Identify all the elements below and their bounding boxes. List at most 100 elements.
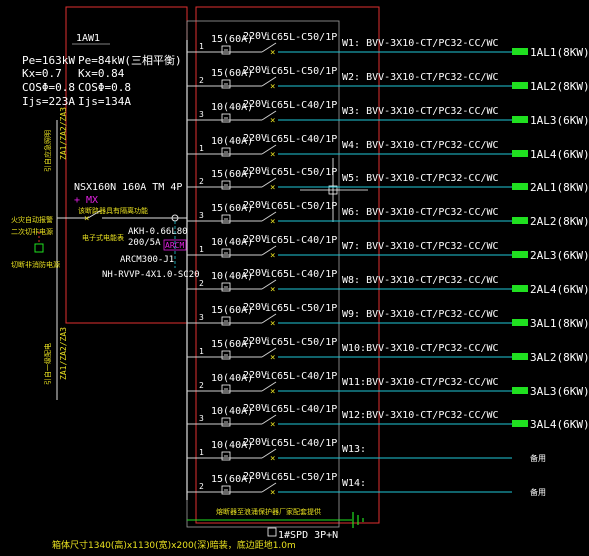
- breaker-x: ×: [270, 285, 275, 295]
- breaker-x: ×: [270, 251, 275, 261]
- breaker-x-mark: ×: [84, 214, 89, 224]
- breaker-x: ×: [270, 150, 275, 160]
- breaker-model: iC65L-C50/1P: [265, 167, 337, 178]
- breaker-model: iC65L-C40/1P: [265, 404, 337, 415]
- load-marker: [512, 319, 528, 326]
- phase-number: 3: [199, 110, 204, 119]
- load-marker: [512, 150, 528, 157]
- cable-spec: W8: BVV-3X10-CT/PC32-CC/WC: [342, 275, 499, 286]
- circuit-voltage: 220V: [243, 302, 267, 313]
- ground-icon: [352, 512, 364, 528]
- electrical-schematic: 1AW1 Pe=163kW Kx=0.7 COSΦ=0.8 Ijs=223A P…: [11, 6, 589, 551]
- phase-number: 2: [199, 482, 204, 491]
- breaker-model: iC65L-C40/1P: [265, 438, 337, 449]
- breaker-x: ×: [270, 488, 275, 498]
- mx-label: + MX: [74, 195, 98, 206]
- breaker-x: ×: [270, 116, 275, 126]
- local-ijs: Ijs=134A: [78, 95, 131, 108]
- phase-number: 2: [199, 279, 204, 288]
- load-marker: [512, 420, 528, 427]
- phase-number: 1: [199, 245, 204, 254]
- cable-spec: W13:: [342, 444, 366, 455]
- phase-number: 2: [199, 177, 204, 186]
- breaker-x: ×: [270, 183, 275, 193]
- breaker-model: iC65L-C50/1P: [265, 66, 337, 77]
- breaker-x: ×: [270, 353, 275, 363]
- phase-number: 2: [199, 381, 204, 390]
- breaker-model: iC65L-C40/1P: [265, 235, 337, 246]
- breaker-model: iC65L-C40/1P: [265, 134, 337, 145]
- cable-spec: W5: BVV-3X10-CT/PC32-CC/WC: [342, 173, 499, 184]
- load-marker: [512, 387, 528, 394]
- outgoing-circuits: 115(60A)220V×iC65L-C50/1PW1: BVV-3X10-CT…: [187, 31, 589, 498]
- target-panel: 2AL3(6KW): [530, 249, 589, 262]
- circuit-voltage: 220V: [243, 200, 267, 211]
- vertical-label-lower-2: ZA1/ZA2/ZA3: [59, 327, 68, 380]
- circuit-voltage: 220V: [243, 370, 267, 381]
- vertical-label-lower: 引自一级配电: [43, 343, 52, 385]
- cable-spec: W12:BVV-3X10-CT/PC32-CC/WC: [342, 410, 499, 421]
- circuit-voltage: 220V: [243, 65, 267, 76]
- circuit-voltage: 220V: [243, 268, 267, 279]
- cable-spec: W14:: [342, 478, 366, 489]
- main-breaker: NSX160N 160A TM 4P: [74, 182, 182, 193]
- incoming-kx: Kx=0.7: [22, 67, 62, 80]
- vertical-label-upper: 引自应急照明: [43, 130, 52, 172]
- load-marker: [512, 251, 528, 258]
- meter-model: ARCM300-J1: [120, 255, 174, 265]
- target-panel: 2AL1(8KW): [530, 181, 589, 194]
- svg-text:ZA1/ZA2/ZA3: ZA1/ZA2/ZA3: [59, 107, 68, 160]
- breaker-model: iC65L-C50/1P: [265, 303, 337, 314]
- load-marker: [512, 82, 528, 89]
- ct-ratio: 200/5A: [128, 238, 161, 248]
- target-panel: 3AL1(8KW): [530, 317, 589, 330]
- circuit-voltage: 220V: [243, 403, 267, 414]
- svg-text:引自应急照明: 引自应急照明: [43, 130, 52, 172]
- circuit-voltage: 220V: [243, 133, 267, 144]
- panel-name: 1AW1: [76, 33, 100, 44]
- phase-number: 3: [199, 313, 204, 322]
- load-marker: [512, 48, 528, 55]
- breaker-model: iC65L-C40/1P: [265, 269, 337, 280]
- incoming-cos: COSΦ=0.8: [22, 81, 75, 94]
- load-marker: [512, 116, 528, 123]
- cable-spec: W4: BVV-3X10-CT/PC32-CC/WC: [342, 140, 499, 151]
- vertical-label-upper-2: ZA1/ZA2/ZA3: [59, 107, 68, 160]
- fire-contact-box: [34, 243, 44, 253]
- target-panel: 2AL2(8KW): [530, 215, 589, 228]
- cable-spec: W2: BVV-3X10-CT/PC32-CC/WC: [342, 72, 499, 83]
- cable-spec: W3: BVV-3X10-CT/PC32-CC/WC: [342, 106, 499, 117]
- load-marker: [512, 353, 528, 360]
- svg-text:ZA1/ZA2/ZA3: ZA1/ZA2/ZA3: [59, 327, 68, 380]
- fire-note-2: 二次切非电源: [11, 227, 53, 236]
- breaker-x: ×: [270, 217, 275, 227]
- local-cos: COSΦ=0.8: [78, 81, 131, 94]
- target-panel: 3AL4(6KW): [530, 418, 589, 431]
- circuit-voltage: 220V: [243, 336, 267, 347]
- local-kx: Kx=0.84: [78, 67, 125, 80]
- phase-number: 2: [199, 76, 204, 85]
- load-marker: [512, 183, 528, 190]
- target-panel: 1AL2(8KW): [530, 80, 589, 93]
- spd-model: 1#SPD 3P+N: [278, 530, 338, 541]
- circuit-voltage: 220V: [243, 437, 267, 448]
- target-panel: 2AL4(6KW): [530, 283, 589, 296]
- breaker-model: iC65L-C40/1P: [265, 371, 337, 382]
- breaker-model: iC65L-C50/1P: [265, 32, 337, 43]
- breaker-x: ×: [270, 454, 275, 464]
- cable-spec: W11:BVV-3X10-CT/PC32-CC/WC: [342, 377, 499, 388]
- target-panel: 1AL4(6KW): [530, 148, 589, 161]
- circuit-voltage: 220V: [243, 234, 267, 245]
- local-pe: Pe=84kW(三相平衡): [78, 54, 182, 67]
- spd-note: 熔断器至浪涌保护器厂家配套提供: [216, 507, 321, 516]
- cable-spec: W10:BVV-3X10-CT/PC32-CC/WC: [342, 343, 499, 354]
- circuit-voltage: 220V: [243, 99, 267, 110]
- spd-box: [267, 527, 277, 537]
- breaker-x: ×: [270, 420, 275, 430]
- cable-spec: W6: BVV-3X10-CT/PC32-CC/WC: [342, 207, 499, 218]
- breaker-model: iC65L-C50/1P: [265, 201, 337, 212]
- incoming-cable: NH-RVVP-4X1.0-SC20: [102, 270, 200, 280]
- breaker-x: ×: [270, 319, 275, 329]
- target-panel: 1AL1(8KW): [530, 46, 589, 59]
- meter-note: 电子式电能表: [82, 233, 124, 242]
